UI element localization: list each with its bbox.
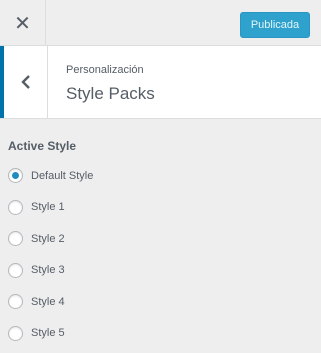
style-radio-group: Default Style Style 1 Style 2 Style 3 St… (8, 160, 308, 349)
radio-option-style-5[interactable]: Style 5 (8, 318, 308, 350)
page-title: Style Packs (66, 84, 155, 103)
radio-option-default-style[interactable]: Default Style (8, 160, 308, 192)
radio-button[interactable] (8, 262, 23, 278)
radio-label: Style 5 (31, 327, 65, 340)
radio-label: Style 4 (31, 295, 65, 308)
back-button[interactable] (0, 46, 48, 118)
publish-button[interactable]: Publicada (240, 12, 310, 38)
radio-button[interactable] (8, 168, 23, 184)
radio-label: Default Style (31, 169, 94, 182)
customizer-header: ✕ Publicada (0, 0, 321, 46)
radio-button[interactable] (8, 325, 23, 341)
radio-option-style-2[interactable]: Style 2 (8, 223, 308, 255)
radio-label: Style 1 (31, 201, 65, 214)
radio-label: Style 3 (31, 264, 65, 277)
radio-option-style-4[interactable]: Style 4 (8, 286, 308, 318)
radio-button[interactable] (8, 231, 23, 247)
close-icon[interactable]: ✕ (14, 11, 31, 36)
radio-button[interactable] (8, 199, 23, 215)
breadcrumb: Personalización (66, 64, 144, 76)
radio-option-style-1[interactable]: Style 1 (8, 192, 308, 224)
chevron-left-icon[interactable] (20, 75, 32, 89)
radio-button[interactable] (8, 294, 23, 310)
close-button[interactable]: ✕ (0, 0, 46, 46)
radio-label: Style 2 (31, 232, 65, 245)
active-style-label: Active Style (8, 139, 77, 153)
radio-option-style-3[interactable]: Style 3 (8, 255, 308, 287)
panel-header: Personalización Style Packs (0, 46, 321, 119)
